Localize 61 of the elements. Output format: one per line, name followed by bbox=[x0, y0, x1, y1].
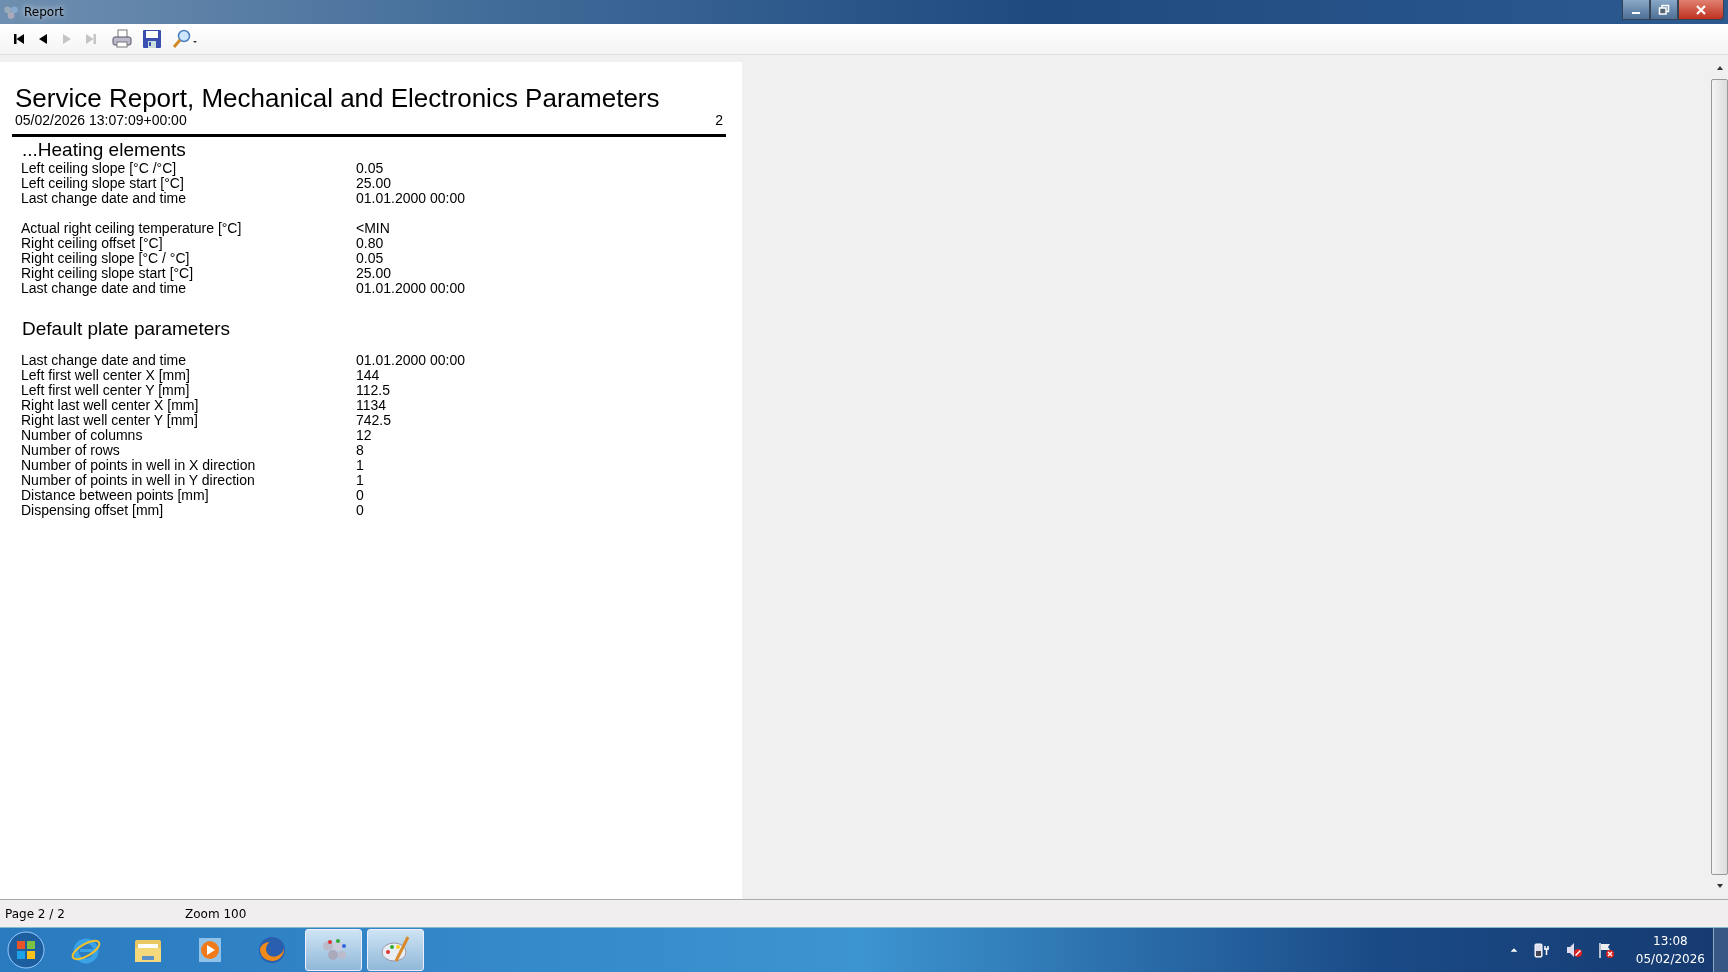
clock[interactable]: 13:08 05/02/2026 bbox=[1635, 932, 1705, 968]
battery-plug-icon[interactable] bbox=[1532, 941, 1551, 959]
page-indicator: Page 2 / 2 bbox=[5, 906, 66, 921]
parameter-value: 0.80 bbox=[356, 236, 384, 251]
flag-alert-icon[interactable] bbox=[1596, 941, 1615, 959]
parameter-value: 01.01.2000 00:00 bbox=[356, 281, 465, 296]
parameter-value: 12 bbox=[356, 428, 372, 443]
close-button[interactable] bbox=[1678, 0, 1724, 20]
report-title: Service Report, Mechanical and Electronics Parameters bbox=[15, 84, 661, 112]
restore-icon bbox=[1658, 3, 1670, 16]
parameter-label: Right ceiling offset [°C] bbox=[21, 236, 163, 251]
minimize-icon bbox=[1632, 11, 1640, 14]
parameter-label: Left first well center Y [mm] bbox=[21, 383, 191, 398]
skip-to-end-icon bbox=[84, 32, 98, 46]
show-desktop-button[interactable] bbox=[1713, 928, 1728, 972]
parameter-label: Right ceiling slope [°C / °C] bbox=[21, 251, 191, 266]
skip-to-start-icon bbox=[12, 32, 26, 46]
section-heading: Default plate parameters bbox=[21, 318, 232, 340]
parameter-value: <MIN bbox=[356, 221, 390, 236]
parameter-value: 25.00 bbox=[356, 176, 392, 191]
close-icon bbox=[1695, 3, 1707, 16]
section-heading: ...Heating elements bbox=[21, 139, 187, 161]
parameter-value: 112.5 bbox=[356, 383, 390, 398]
parameter-value: 742.5 bbox=[356, 413, 392, 428]
parameter-label: Last change date and time bbox=[21, 191, 187, 206]
parameter-label: Dispensing offset [mm] bbox=[21, 503, 164, 518]
window-title: Report bbox=[24, 5, 64, 19]
zoom-level: Zoom 100 bbox=[185, 906, 247, 921]
parameter-label: Left ceiling slope [°C /°C] bbox=[21, 161, 178, 176]
parameter-value: 8 bbox=[356, 443, 364, 458]
cluster-icon bbox=[2, 3, 20, 21]
parameter-label: Right ceiling slope start [°C] bbox=[21, 266, 195, 281]
parameter-label: Number of rows bbox=[21, 443, 121, 458]
report-timestamp: 05/02/2026 13:07:09+00:00 bbox=[15, 112, 187, 128]
parameter-value: 144 bbox=[356, 368, 380, 383]
palette-icon[interactable] bbox=[367, 929, 424, 971]
parameter-label: Number of points in well in X direction bbox=[21, 458, 257, 473]
page-number: 2 bbox=[715, 112, 723, 128]
parameter-label: Last change date and time bbox=[21, 281, 186, 296]
parameter-value: 25.00 bbox=[356, 266, 392, 281]
parameter-value: 0.05 bbox=[356, 251, 384, 266]
parameter-label: Number of columns bbox=[21, 428, 144, 443]
parameter-value: 1 bbox=[356, 473, 364, 488]
restore-button[interactable] bbox=[1650, 0, 1678, 20]
parameter-label: Number of points in well in Y direction bbox=[21, 473, 256, 488]
minimize-button[interactable] bbox=[1622, 0, 1650, 20]
muted-speaker-icon[interactable] bbox=[1564, 941, 1583, 959]
parameter-value: 0 bbox=[356, 503, 364, 518]
parameter-label: Left ceiling slope start [°C] bbox=[21, 176, 185, 191]
parameter-label: Actual right ceiling temperature [°C] bbox=[21, 221, 243, 236]
parameter-value: 01.01.2000 00:00 bbox=[356, 353, 465, 368]
parameter-value: 0 bbox=[356, 488, 364, 503]
parameter-label: Right last well center X [mm] bbox=[21, 398, 200, 413]
parameter-label: Last change date and time bbox=[21, 353, 187, 368]
parameter-label: Distance between points [mm] bbox=[21, 488, 210, 503]
parameter-value: 0.05 bbox=[356, 161, 384, 176]
parameter-label: Left first well center X [mm] bbox=[21, 368, 191, 383]
parameter-label: Right last well center Y [mm] bbox=[21, 413, 199, 428]
parameter-value: 01.01.2000 00:00 bbox=[356, 191, 465, 206]
parameter-value: 1134 bbox=[356, 398, 387, 413]
parameter-value: 1 bbox=[356, 458, 364, 473]
